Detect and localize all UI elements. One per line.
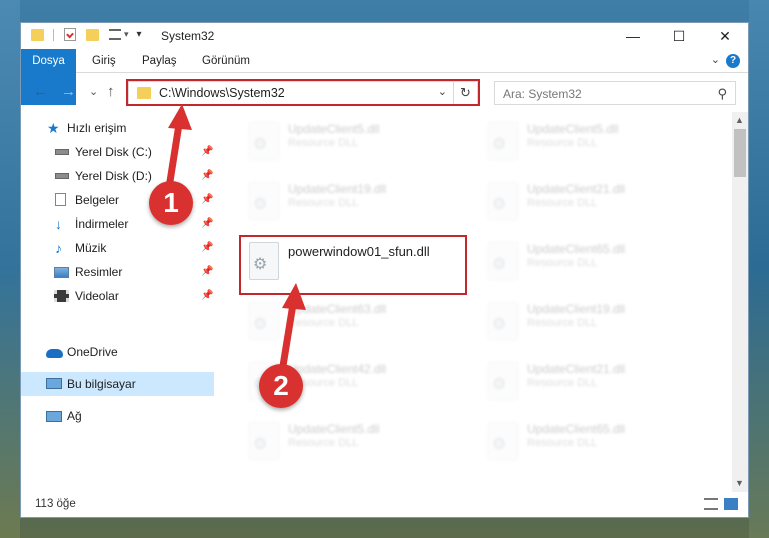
arrow-1-head [168, 104, 192, 130]
step-badge-1: 1 [149, 181, 193, 225]
annotation-arrows [164, 104, 306, 376]
step-badge-2: 2 [259, 364, 303, 408]
arrow-2-shaft [278, 294, 298, 376]
arrow-2-head [282, 283, 306, 310]
